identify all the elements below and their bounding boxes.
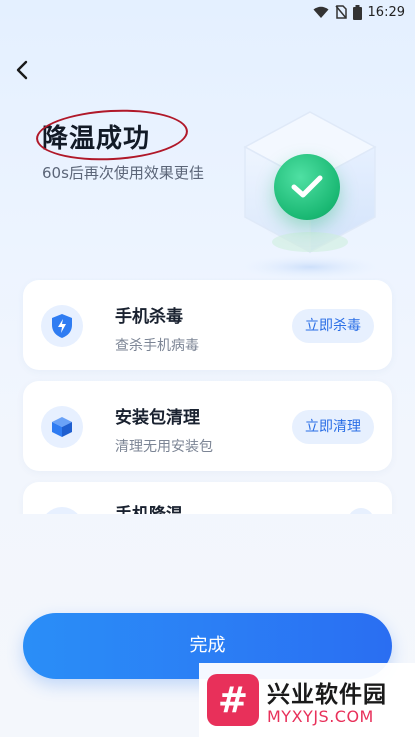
page-subtitle: 60s后再次使用效果更佳 (42, 164, 204, 182)
chevron-left-icon (15, 60, 29, 84)
wifi-icon (313, 6, 329, 19)
card-antivirus[interactable]: 手机杀毒 查杀手机病毒 立即杀毒 (23, 280, 392, 370)
antivirus-button[interactable]: 立即杀毒 (292, 309, 374, 343)
card-package-clean[interactable]: 安装包清理 清理无用安装包 立即清理 (23, 381, 392, 471)
shield-bolt-icon (41, 305, 83, 347)
package-clean-button[interactable]: 立即清理 (292, 410, 374, 444)
no-sim-icon (334, 5, 347, 19)
package-icon (41, 406, 83, 448)
watermark: # 兴业软件园 MYXYJS.COM (199, 663, 415, 737)
watermark-logo: # (207, 674, 259, 726)
watermark-title: 兴业软件园 (267, 682, 387, 708)
card-desc: 清理无用安装包 (115, 439, 213, 455)
card-title: 手机降温 (115, 500, 183, 514)
watermark-url: MYXYJS.COM (267, 707, 374, 726)
card-title: 安装包清理 (115, 408, 200, 428)
card-cooling[interactable]: 手机降温 (23, 482, 392, 514)
tool-card-list: 手机杀毒 查杀手机病毒 立即杀毒 安装包清理 清理无用安装包 立即清理 手机降温 (0, 278, 415, 514)
back-button[interactable] (10, 60, 34, 84)
card-title: 手机杀毒 (115, 307, 183, 327)
check-circle-icon (274, 154, 340, 220)
battery-icon (352, 4, 362, 20)
status-time: 16:29 (367, 4, 405, 20)
card-desc: 查杀手机病毒 (115, 338, 199, 354)
cooling-button[interactable] (348, 508, 374, 514)
annotation-circle (34, 106, 190, 164)
status-bar: 16:29 (0, 0, 415, 24)
thermometer-icon (41, 507, 83, 514)
